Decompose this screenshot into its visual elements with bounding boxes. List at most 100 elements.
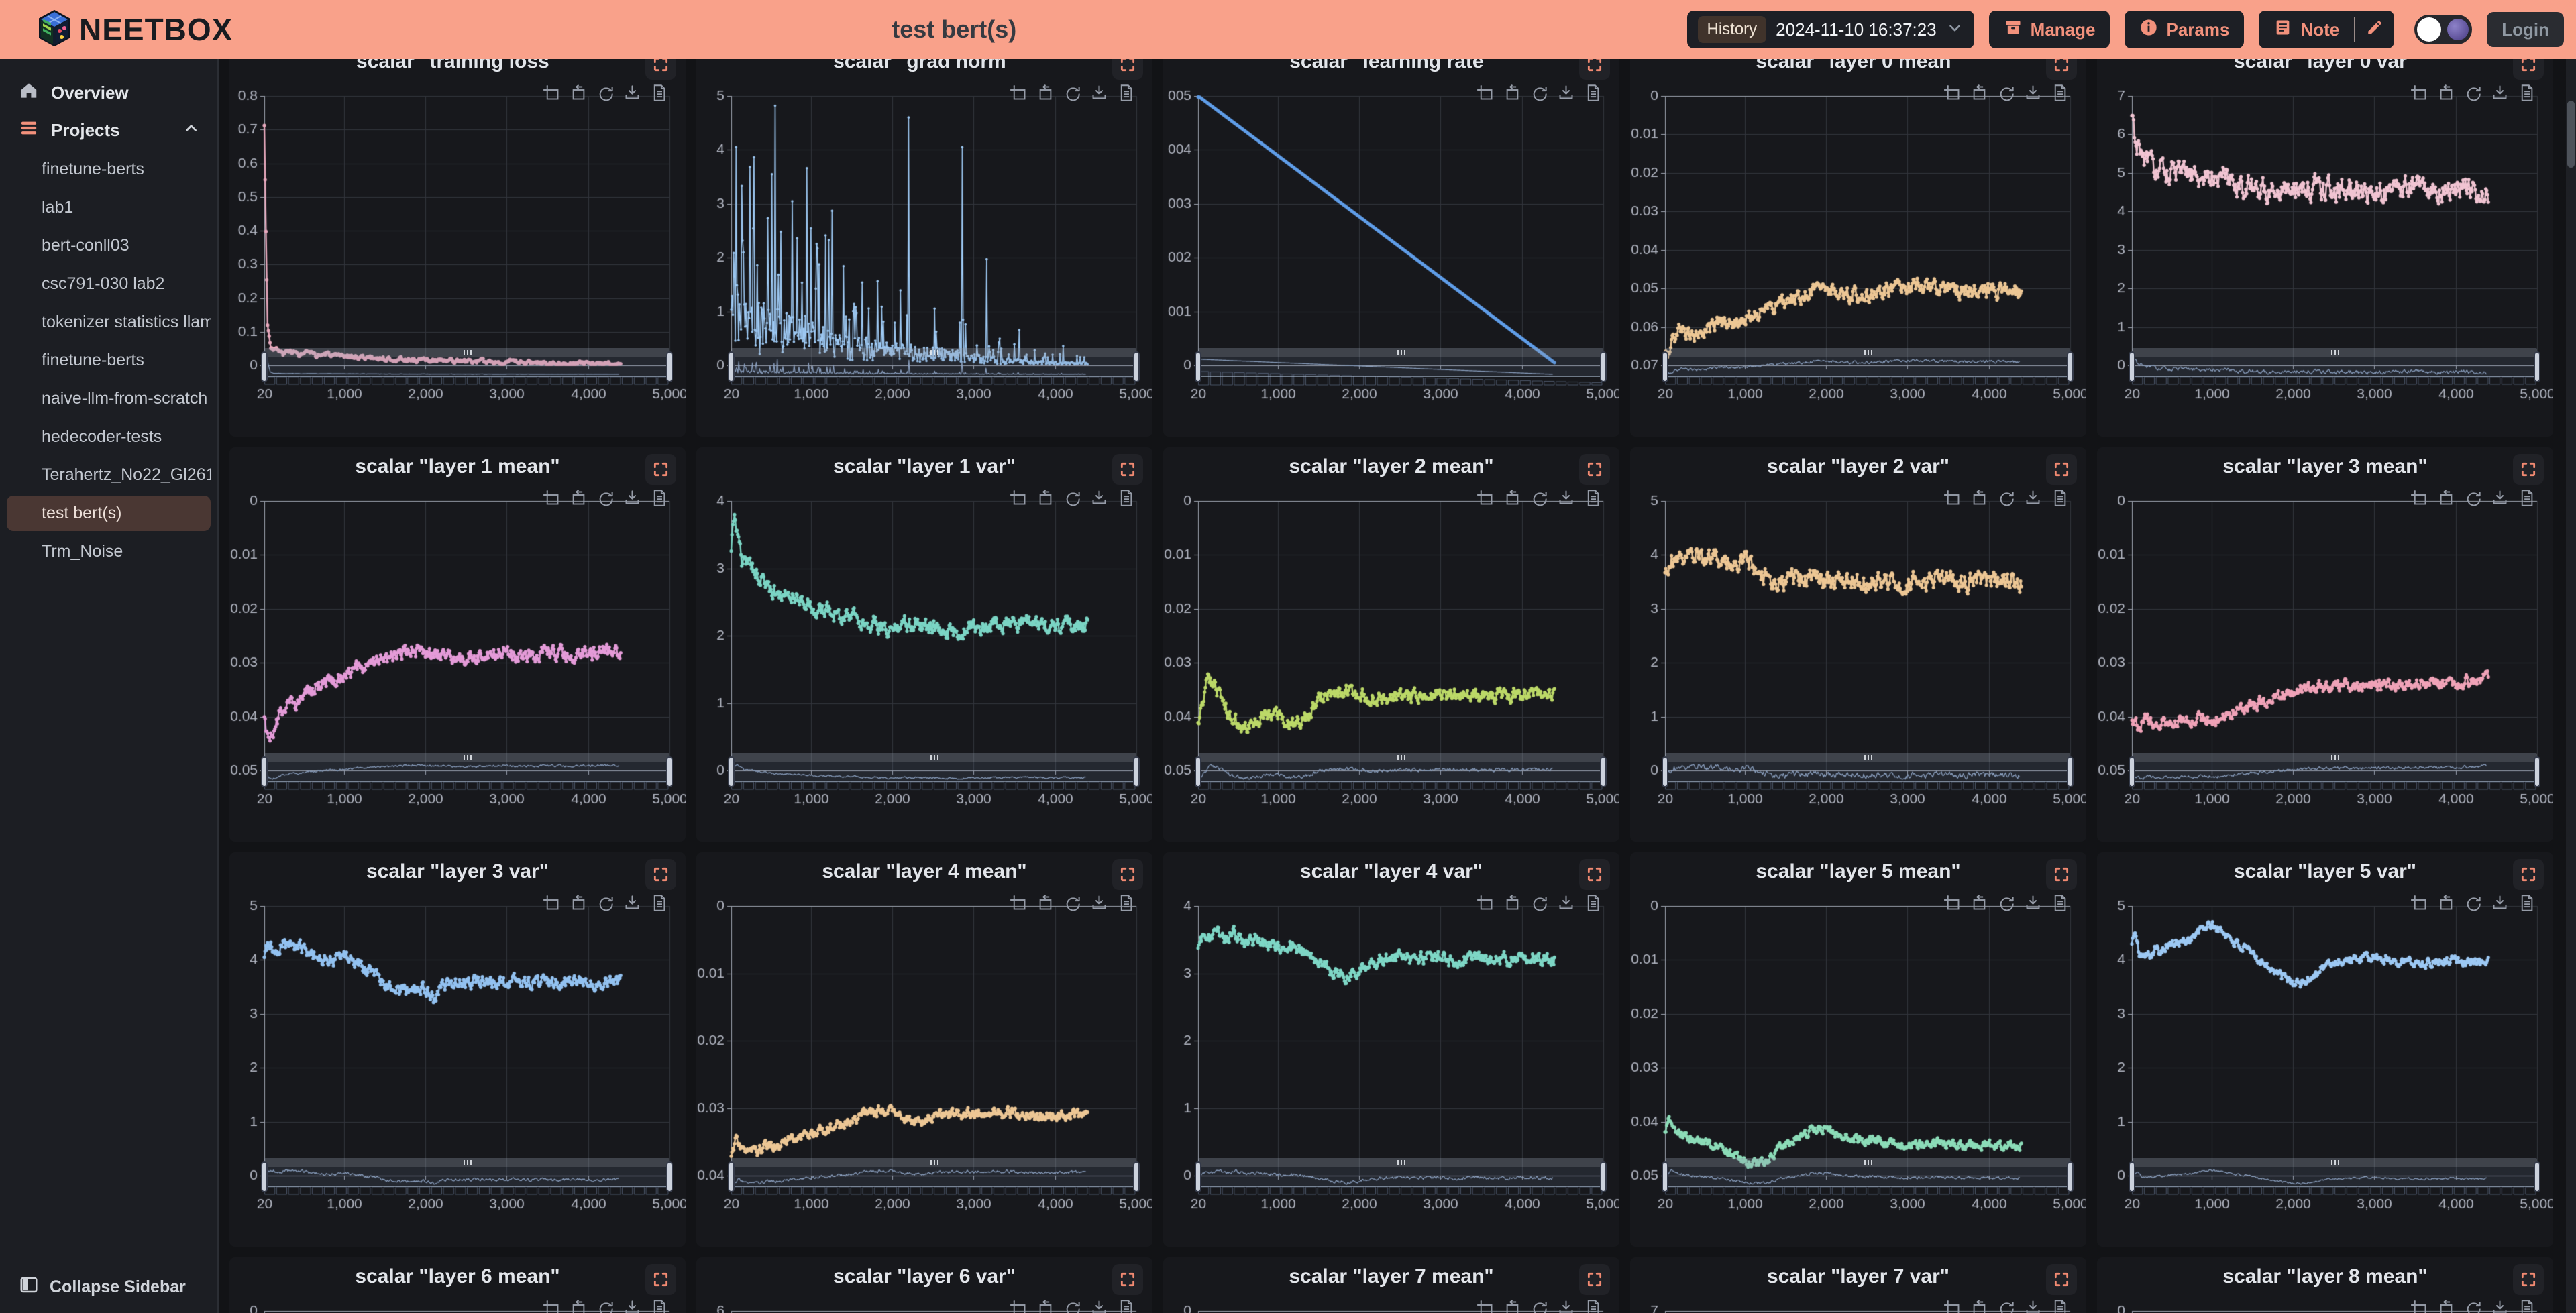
zoom-select-icon[interactable] [1477,1299,1495,1313]
datazoom-window[interactable] [264,357,669,377]
datazoom-handle-right[interactable] [666,1161,673,1192]
zoom-select-icon[interactable] [1477,894,1495,912]
params-button[interactable]: Params [2125,11,2244,48]
download-icon[interactable] [1090,489,1108,507]
datazoom-handle-right[interactable] [1600,351,1607,382]
datazoom-handle-left[interactable] [1195,351,1201,382]
download-icon[interactable] [2024,489,2042,507]
refresh-icon[interactable] [2464,489,2482,507]
sidebar-project-item[interactable]: tokenizer statistics llama... [7,304,211,340]
data-view-icon[interactable] [1584,84,1602,102]
datazoom-grip[interactable] [1198,1158,1603,1167]
refresh-icon[interactable] [2464,894,2482,912]
restore-icon[interactable] [1970,84,1988,102]
refresh-icon[interactable] [2464,84,2482,102]
refresh-icon[interactable] [1997,84,2015,102]
datazoom-grip[interactable] [264,1158,669,1167]
download-icon[interactable] [623,489,641,507]
refresh-icon[interactable] [1530,489,1548,507]
zoom-select-icon[interactable] [1943,1299,1962,1313]
datazoom-grip[interactable] [1665,348,2070,357]
datazoom-window[interactable] [731,357,1136,377]
restore-icon[interactable] [2437,894,2455,912]
download-icon[interactable] [623,894,641,912]
history-select[interactable]: History 2024-11-10 16:37:23 [1687,11,1974,48]
download-icon[interactable] [2024,1299,2042,1313]
download-icon[interactable] [2491,84,2509,102]
sidebar-project-item[interactable]: csc791-030 lab2 [7,266,211,302]
datazoom-window[interactable] [1198,1167,1603,1187]
sidebar-item-overview[interactable]: Overview [0,74,217,111]
restore-icon[interactable] [1503,84,1521,102]
sidebar-project-item[interactable]: hedecoder-tests [7,419,211,455]
data-view-icon[interactable] [650,1299,668,1313]
datazoom-window[interactable] [264,1167,669,1187]
datazoom-window[interactable] [2132,1167,2537,1187]
restore-icon[interactable] [1970,1299,1988,1313]
refresh-icon[interactable] [1063,84,1081,102]
expand-chart-button[interactable] [1579,859,1610,890]
datazoom-handle-left[interactable] [1195,756,1201,787]
zoom-select-icon[interactable] [1010,489,1028,507]
datazoom-window[interactable] [2132,357,2537,377]
datazoom-grip[interactable] [264,753,669,762]
restore-icon[interactable] [1970,894,1988,912]
datazoom-handle-left[interactable] [2129,351,2135,382]
restore-icon[interactable] [2437,489,2455,507]
datazoom-window[interactable] [731,1167,1136,1187]
datazoom-handle-right[interactable] [2534,351,2540,382]
refresh-icon[interactable] [1530,84,1548,102]
download-icon[interactable] [2024,84,2042,102]
expand-chart-button[interactable] [1579,59,1610,80]
download-icon[interactable] [1557,894,1575,912]
datazoom-handle-right[interactable] [1133,756,1140,787]
zoom-select-icon[interactable] [1010,894,1028,912]
refresh-icon[interactable] [1997,1299,2015,1313]
download-icon[interactable] [623,84,641,102]
sidebar-project-item[interactable]: test bert(s) [7,496,211,531]
datazoom-handle-left[interactable] [2129,1161,2135,1192]
datazoom-handle-right[interactable] [666,756,673,787]
expand-chart-button[interactable] [2513,859,2544,890]
refresh-icon[interactable] [1063,894,1081,912]
download-icon[interactable] [2491,1299,2509,1313]
refresh-icon[interactable] [1997,894,2015,912]
zoom-select-icon[interactable] [1010,84,1028,102]
vertical-scrollbar[interactable] [2566,59,2576,1313]
sidebar-item-projects[interactable]: Projects [0,111,217,149]
zoom-select-icon[interactable] [2410,894,2428,912]
expand-chart-button[interactable] [645,59,676,80]
download-icon[interactable] [2491,894,2509,912]
datazoom-handle-right[interactable] [2067,351,2074,382]
expand-chart-button[interactable] [645,454,676,485]
expand-chart-button[interactable] [2046,454,2077,485]
refresh-icon[interactable] [1997,489,2015,507]
datazoom-handle-left[interactable] [261,1161,268,1192]
edit-pencil-button[interactable] [2355,11,2394,48]
refresh-icon[interactable] [596,894,614,912]
datazoom-handle-right[interactable] [1600,756,1607,787]
data-view-icon[interactable] [1584,894,1602,912]
datazoom-handle-right[interactable] [2534,1161,2540,1192]
expand-chart-button[interactable] [1112,859,1143,890]
expand-chart-button[interactable] [645,859,676,890]
refresh-icon[interactable] [1063,1299,1081,1313]
data-view-icon[interactable] [2051,489,2069,507]
refresh-icon[interactable] [1530,894,1548,912]
datazoom-grip[interactable] [731,348,1136,357]
download-icon[interactable] [1557,84,1575,102]
zoom-select-icon[interactable] [2410,489,2428,507]
zoom-select-icon[interactable] [543,894,561,912]
expand-chart-button[interactable] [1112,59,1143,80]
sidebar-project-item[interactable]: naive-llm-from-scratch [7,381,211,416]
datazoom-grip[interactable] [1198,753,1603,762]
sidebar-project-item[interactable]: bert-conll03 [7,228,211,264]
zoom-select-icon[interactable] [1943,489,1962,507]
refresh-icon[interactable] [1530,1299,1548,1313]
download-icon[interactable] [1557,489,1575,507]
datazoom-handle-right[interactable] [2067,1161,2074,1192]
datazoom-window[interactable] [1665,762,2070,782]
expand-chart-button[interactable] [1112,454,1143,485]
download-icon[interactable] [2024,894,2042,912]
manage-button[interactable]: Manage [1989,11,2110,48]
